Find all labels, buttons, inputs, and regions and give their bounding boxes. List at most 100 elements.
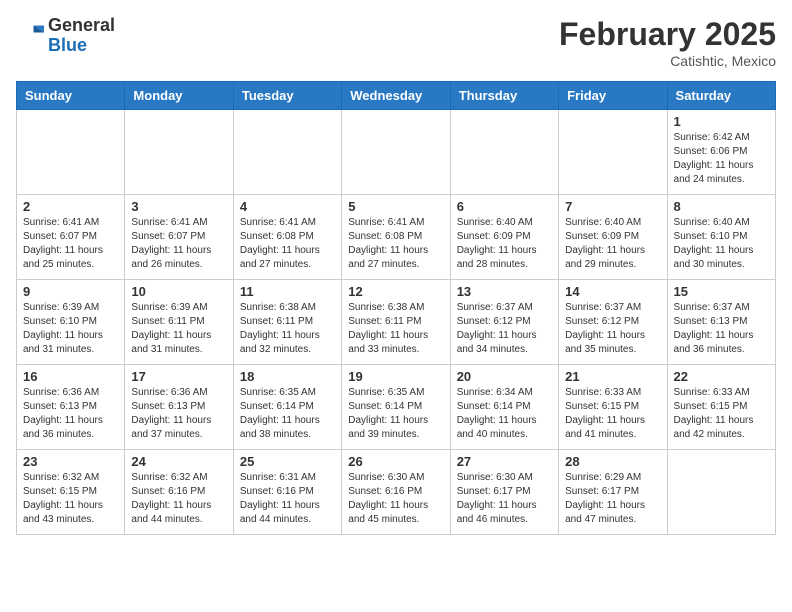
calendar-cell: 26 Sunrise: 6:30 AM Sunset: 6:16 PM Dayli…: [342, 450, 450, 535]
calendar-cell: 25 Sunrise: 6:31 AM Sunset: 6:16 PM Dayli…: [233, 450, 341, 535]
day-number: 25: [240, 454, 335, 469]
day-info: Sunrise: 6:41 AM Sunset: 6:07 PM Dayligh…: [131, 216, 226, 272]
logo: General Blue: [16, 16, 115, 56]
calendar-body: 1Sunrise: 6:42 AM Sunset: 6:06 PM Daylig…: [17, 110, 776, 535]
day-info: Sunrise: 6:39 AM Sunset: 6:10 PM Dayligh…: [23, 301, 118, 357]
day-info: Sunrise: 6:30 AM Sunset: 6:17 PM Dayligh…: [457, 471, 552, 527]
day-info: Sunrise: 6:33 AM Sunset: 6:15 PM Dayligh…: [565, 386, 660, 442]
calendar-cell: 12Sunrise: 6:38 AM Sunset: 6:11 PM Dayli…: [342, 280, 450, 365]
day-info: Sunrise: 6:38 AM Sunset: 6:11 PM Dayligh…: [240, 301, 335, 357]
day-number: 3: [131, 199, 226, 214]
calendar-cell: 23 Sunrise: 6:32 AM Sunset: 6:15 PM Dayli…: [17, 450, 125, 535]
calendar-cell: 21 Sunrise: 6:33 AM Sunset: 6:15 PM Dayli…: [559, 365, 667, 450]
calendar-week-3: 9 Sunrise: 6:39 AM Sunset: 6:10 PM Daylig…: [17, 280, 776, 365]
day-info: Sunrise: 6:37 AM Sunset: 6:12 PM Dayligh…: [457, 301, 552, 357]
day-info: Sunrise: 6:39 AM Sunset: 6:11 PM Dayligh…: [131, 301, 226, 357]
calendar-cell: 14Sunrise: 6:37 AM Sunset: 6:12 PM Dayli…: [559, 280, 667, 365]
calendar-cell: [342, 110, 450, 195]
day-info: Sunrise: 6:36 AM Sunset: 6:13 PM Dayligh…: [23, 386, 118, 442]
logo-text: General Blue: [48, 16, 115, 56]
calendar-header: SundayMondayTuesdayWednesdayThursdayFrid…: [17, 82, 776, 110]
day-number: 10: [131, 284, 226, 299]
day-number: 28: [565, 454, 660, 469]
day-number: 17: [131, 369, 226, 384]
calendar-week-1: 1Sunrise: 6:42 AM Sunset: 6:06 PM Daylig…: [17, 110, 776, 195]
day-number: 15: [674, 284, 769, 299]
calendar-cell: [450, 110, 558, 195]
day-info: Sunrise: 6:40 AM Sunset: 6:09 PM Dayligh…: [457, 216, 552, 272]
day-number: 26: [348, 454, 443, 469]
day-info: Sunrise: 6:32 AM Sunset: 6:15 PM Dayligh…: [23, 471, 118, 527]
day-number: 20: [457, 369, 552, 384]
day-number: 11: [240, 284, 335, 299]
day-info: Sunrise: 6:41 AM Sunset: 6:07 PM Dayligh…: [23, 216, 118, 272]
day-number: 2: [23, 199, 118, 214]
weekday-header-friday: Friday: [559, 82, 667, 110]
logo-blue-text: Blue: [48, 35, 87, 55]
logo-general-text: General: [48, 15, 115, 35]
weekday-header-wednesday: Wednesday: [342, 82, 450, 110]
calendar-cell: 11 Sunrise: 6:38 AM Sunset: 6:11 PM Dayli…: [233, 280, 341, 365]
calendar-table: SundayMondayTuesdayWednesdayThursdayFrid…: [16, 81, 776, 535]
calendar-cell: 13 Sunrise: 6:37 AM Sunset: 6:12 PM Dayli…: [450, 280, 558, 365]
weekday-header-thursday: Thursday: [450, 82, 558, 110]
day-number: 22: [674, 369, 769, 384]
day-number: 14: [565, 284, 660, 299]
calendar-cell: [667, 450, 775, 535]
calendar-cell: 7 Sunrise: 6:40 AM Sunset: 6:09 PM Daylig…: [559, 195, 667, 280]
logo-icon: [16, 22, 44, 50]
day-number: 4: [240, 199, 335, 214]
calendar-cell: 3 Sunrise: 6:41 AM Sunset: 6:07 PM Daylig…: [125, 195, 233, 280]
day-info: Sunrise: 6:40 AM Sunset: 6:09 PM Dayligh…: [565, 216, 660, 272]
day-number: 16: [23, 369, 118, 384]
day-info: Sunrise: 6:41 AM Sunset: 6:08 PM Dayligh…: [348, 216, 443, 272]
calendar-cell: 8 Sunrise: 6:40 AM Sunset: 6:10 PM Daylig…: [667, 195, 775, 280]
day-info: Sunrise: 6:37 AM Sunset: 6:13 PM Dayligh…: [674, 301, 769, 357]
day-info: Sunrise: 6:33 AM Sunset: 6:15 PM Dayligh…: [674, 386, 769, 442]
calendar-cell: [559, 110, 667, 195]
title-block: February 2025 Catishtic, Mexico: [559, 16, 776, 69]
calendar-week-4: 16 Sunrise: 6:36 AM Sunset: 6:13 PM Dayli…: [17, 365, 776, 450]
calendar-cell: [125, 110, 233, 195]
weekday-row: SundayMondayTuesdayWednesdayThursdayFrid…: [17, 82, 776, 110]
day-number: 8: [674, 199, 769, 214]
day-info: Sunrise: 6:30 AM Sunset: 6:16 PM Dayligh…: [348, 471, 443, 527]
day-info: Sunrise: 6:29 AM Sunset: 6:17 PM Dayligh…: [565, 471, 660, 527]
day-info: Sunrise: 6:32 AM Sunset: 6:16 PM Dayligh…: [131, 471, 226, 527]
day-number: 1: [674, 114, 769, 129]
weekday-header-monday: Monday: [125, 82, 233, 110]
day-number: 7: [565, 199, 660, 214]
calendar-cell: 16 Sunrise: 6:36 AM Sunset: 6:13 PM Dayli…: [17, 365, 125, 450]
calendar-cell: 2 Sunrise: 6:41 AM Sunset: 6:07 PM Daylig…: [17, 195, 125, 280]
calendar-cell: 19Sunrise: 6:35 AM Sunset: 6:14 PM Dayli…: [342, 365, 450, 450]
month-year-title: February 2025: [559, 16, 776, 53]
day-number: 24: [131, 454, 226, 469]
location-subtitle: Catishtic, Mexico: [559, 53, 776, 69]
day-number: 9: [23, 284, 118, 299]
day-info: Sunrise: 6:41 AM Sunset: 6:08 PM Dayligh…: [240, 216, 335, 272]
calendar-cell: 27 Sunrise: 6:30 AM Sunset: 6:17 PM Dayli…: [450, 450, 558, 535]
day-number: 21: [565, 369, 660, 384]
calendar-week-2: 2 Sunrise: 6:41 AM Sunset: 6:07 PM Daylig…: [17, 195, 776, 280]
day-number: 6: [457, 199, 552, 214]
day-info: Sunrise: 6:35 AM Sunset: 6:14 PM Dayligh…: [240, 386, 335, 442]
weekday-header-tuesday: Tuesday: [233, 82, 341, 110]
weekday-header-saturday: Saturday: [667, 82, 775, 110]
day-info: Sunrise: 6:40 AM Sunset: 6:10 PM Dayligh…: [674, 216, 769, 272]
day-info: Sunrise: 6:31 AM Sunset: 6:16 PM Dayligh…: [240, 471, 335, 527]
calendar-cell: 9 Sunrise: 6:39 AM Sunset: 6:10 PM Daylig…: [17, 280, 125, 365]
calendar-cell: 22 Sunrise: 6:33 AM Sunset: 6:15 PM Dayli…: [667, 365, 775, 450]
calendar-cell: 15 Sunrise: 6:37 AM Sunset: 6:13 PM Dayli…: [667, 280, 775, 365]
day-number: 13: [457, 284, 552, 299]
day-info: Sunrise: 6:38 AM Sunset: 6:11 PM Dayligh…: [348, 301, 443, 357]
day-number: 27: [457, 454, 552, 469]
day-number: 19: [348, 369, 443, 384]
calendar-cell: 20Sunrise: 6:34 AM Sunset: 6:14 PM Dayli…: [450, 365, 558, 450]
calendar-cell: 1Sunrise: 6:42 AM Sunset: 6:06 PM Daylig…: [667, 110, 775, 195]
day-number: 23: [23, 454, 118, 469]
calendar-cell: 28 Sunrise: 6:29 AM Sunset: 6:17 PM Dayli…: [559, 450, 667, 535]
calendar-cell: 17 Sunrise: 6:36 AM Sunset: 6:13 PM Dayli…: [125, 365, 233, 450]
calendar-cell: 5Sunrise: 6:41 AM Sunset: 6:08 PM Daylig…: [342, 195, 450, 280]
weekday-header-sunday: Sunday: [17, 82, 125, 110]
day-info: Sunrise: 6:36 AM Sunset: 6:13 PM Dayligh…: [131, 386, 226, 442]
